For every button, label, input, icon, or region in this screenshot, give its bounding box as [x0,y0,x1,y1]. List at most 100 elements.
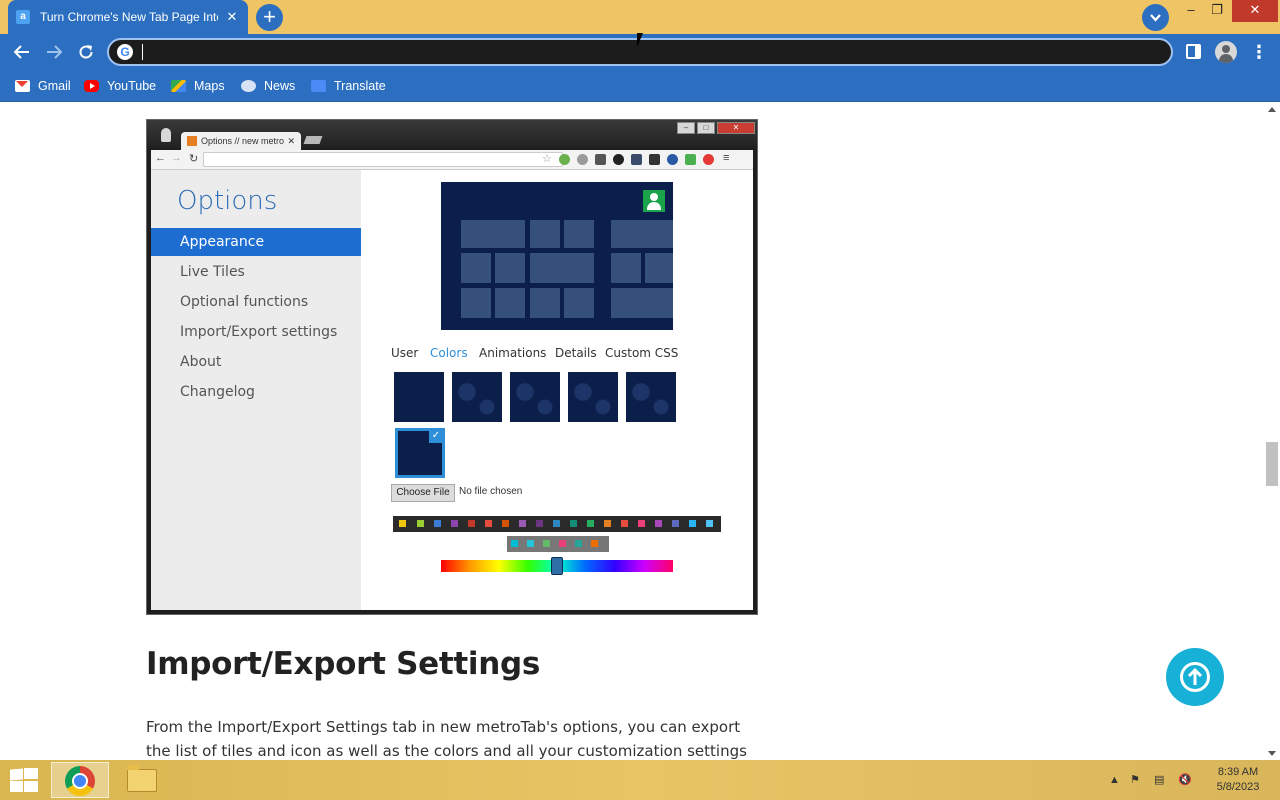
screenshot-user-icon [161,128,171,142]
screenshot-minimize-icon: – [677,122,695,134]
bookmark-maps[interactable]: Maps [171,76,225,96]
system-clock[interactable]: 8:39 AM 5/8/2023 [1208,765,1268,795]
bookmark-youtube[interactable]: YouTube [84,76,156,96]
menu-icon[interactable]: ⋮ [1250,41,1268,63]
color-swatch [417,520,424,527]
translate-icon [311,80,326,92]
screenshot-ext-7-icon [667,154,678,165]
scrollbar-thumb[interactable] [1266,442,1278,486]
start-button[interactable] [8,768,38,792]
color-swatch [553,520,560,527]
mouse-cursor-icon [637,33,643,47]
screenshot-ext-2-icon [577,154,588,165]
network-icon[interactable]: ▤ [1154,773,1164,786]
color-swatch [451,520,458,527]
background-thumbnail [568,372,618,422]
text-caret [142,44,143,60]
screenshot-reload-icon: ↻ [189,153,199,165]
preview-tile [564,288,594,318]
bookmark-news[interactable]: News [241,76,295,96]
scroll-down-icon[interactable] [1268,751,1276,756]
options-menu-changelog: Changelog [180,384,255,400]
forward-button[interactable] [43,41,65,63]
background-thumbnail [510,372,560,422]
preview-tile [461,288,491,318]
color-swatch [399,520,406,527]
preview-tile [645,253,673,283]
metrotab-options-screenshot: Options // new metro ✕ – □ ✕ ← → ↻ ☆ ≡ O… [146,119,758,615]
window-close-button[interactable]: ✕ [1232,0,1278,22]
windows-taskbar: ▲ ⚑ ▤ 🔇 8:39 AM 5/8/2023 [0,760,1280,800]
screenshot-ext-3-icon [595,154,606,165]
screenshot-back-icon: ← [155,152,166,164]
volume-muted-icon[interactable]: 🔇 [1178,773,1192,786]
color-swatch [655,520,662,527]
color-palette-secondary [507,536,609,552]
side-panel-icon[interactable] [1186,44,1201,59]
color-swatch [672,520,679,527]
forward-icon [47,45,63,59]
background-thumbnail [394,372,444,422]
new-tab-button[interactable]: + [256,4,283,31]
tab-strip: a Turn Chrome's New Tab Page Into ✕ + – … [0,0,1280,34]
screenshot-close-icon: ✕ [717,122,755,134]
back-button[interactable] [11,41,33,63]
preview-tile [530,253,594,283]
profile-shoulders [1219,54,1233,63]
screenshot-ext-5-icon [631,154,642,165]
maps-icon [171,80,186,92]
window-maximize-button[interactable]: ❐ [1199,0,1235,22]
news-icon [241,80,256,92]
google-icon: G [117,44,133,60]
reload-button[interactable] [75,41,97,63]
options-menu-about: About [180,354,222,370]
bookmark-translate[interactable]: Translate [311,76,386,96]
color-swatch [591,540,598,547]
preview-tile [461,220,525,248]
youtube-icon [84,80,99,92]
screenshot-maximize-icon: □ [697,122,715,134]
scroll-up-icon[interactable] [1268,107,1276,112]
preview-tile [530,288,560,318]
preview-tile [495,253,525,283]
screenshot-ext-1-icon [559,154,570,165]
taskbar-file-explorer[interactable] [113,762,171,798]
action-center-flag-icon[interactable]: ⚑ [1130,773,1140,786]
screenshot-tab: Options // new metro ✕ [181,132,301,150]
screenshot-tab-close-icon: ✕ [287,136,295,146]
clock-time: 8:39 AM [1217,766,1259,778]
color-swatch [604,520,611,527]
tab-close-icon[interactable]: ✕ [224,9,240,25]
screenshot-toolbar: ← → ↻ ☆ ≡ [151,150,753,170]
preview-tile [495,288,525,318]
screenshot-newtab-icon [303,136,323,144]
subtab-details: Details [555,346,597,360]
subtab-animations: Animations [479,346,547,360]
back-icon [13,45,29,59]
options-menu-optional-functions: Optional functions [180,294,309,310]
preview-tile [611,253,641,283]
tab-title: Turn Chrome's New Tab Page Into [40,10,218,24]
color-swatch [468,520,475,527]
screenshot-menu-icon: ≡ [723,152,730,164]
screenshot-forward-icon: → [171,152,182,164]
page-scrollbar[interactable] [1264,103,1280,760]
screenshot-ext-6-icon [649,154,660,165]
options-menu-appearance: Appearance [151,228,361,256]
scroll-to-top-button[interactable] [1166,648,1224,706]
address-input[interactable] [139,43,1159,61]
color-palette [393,516,721,532]
screenshot-url-bar [203,152,563,167]
color-swatch [485,520,492,527]
taskbar-chrome[interactable] [51,762,109,798]
tab-search-button[interactable] [1142,4,1169,31]
color-swatch [527,540,534,547]
color-swatch [434,520,441,527]
profile-icon[interactable] [1215,41,1237,63]
browser-tab[interactable]: a Turn Chrome's New Tab Page Into ✕ [8,0,248,34]
clock-date: 5/8/2023 [1216,781,1260,793]
choose-file-button: Choose File [391,484,455,502]
preview-tile [611,288,673,318]
bookmark-gmail[interactable]: Gmail [15,76,71,96]
show-hidden-icon[interactable]: ▲ [1109,774,1120,786]
